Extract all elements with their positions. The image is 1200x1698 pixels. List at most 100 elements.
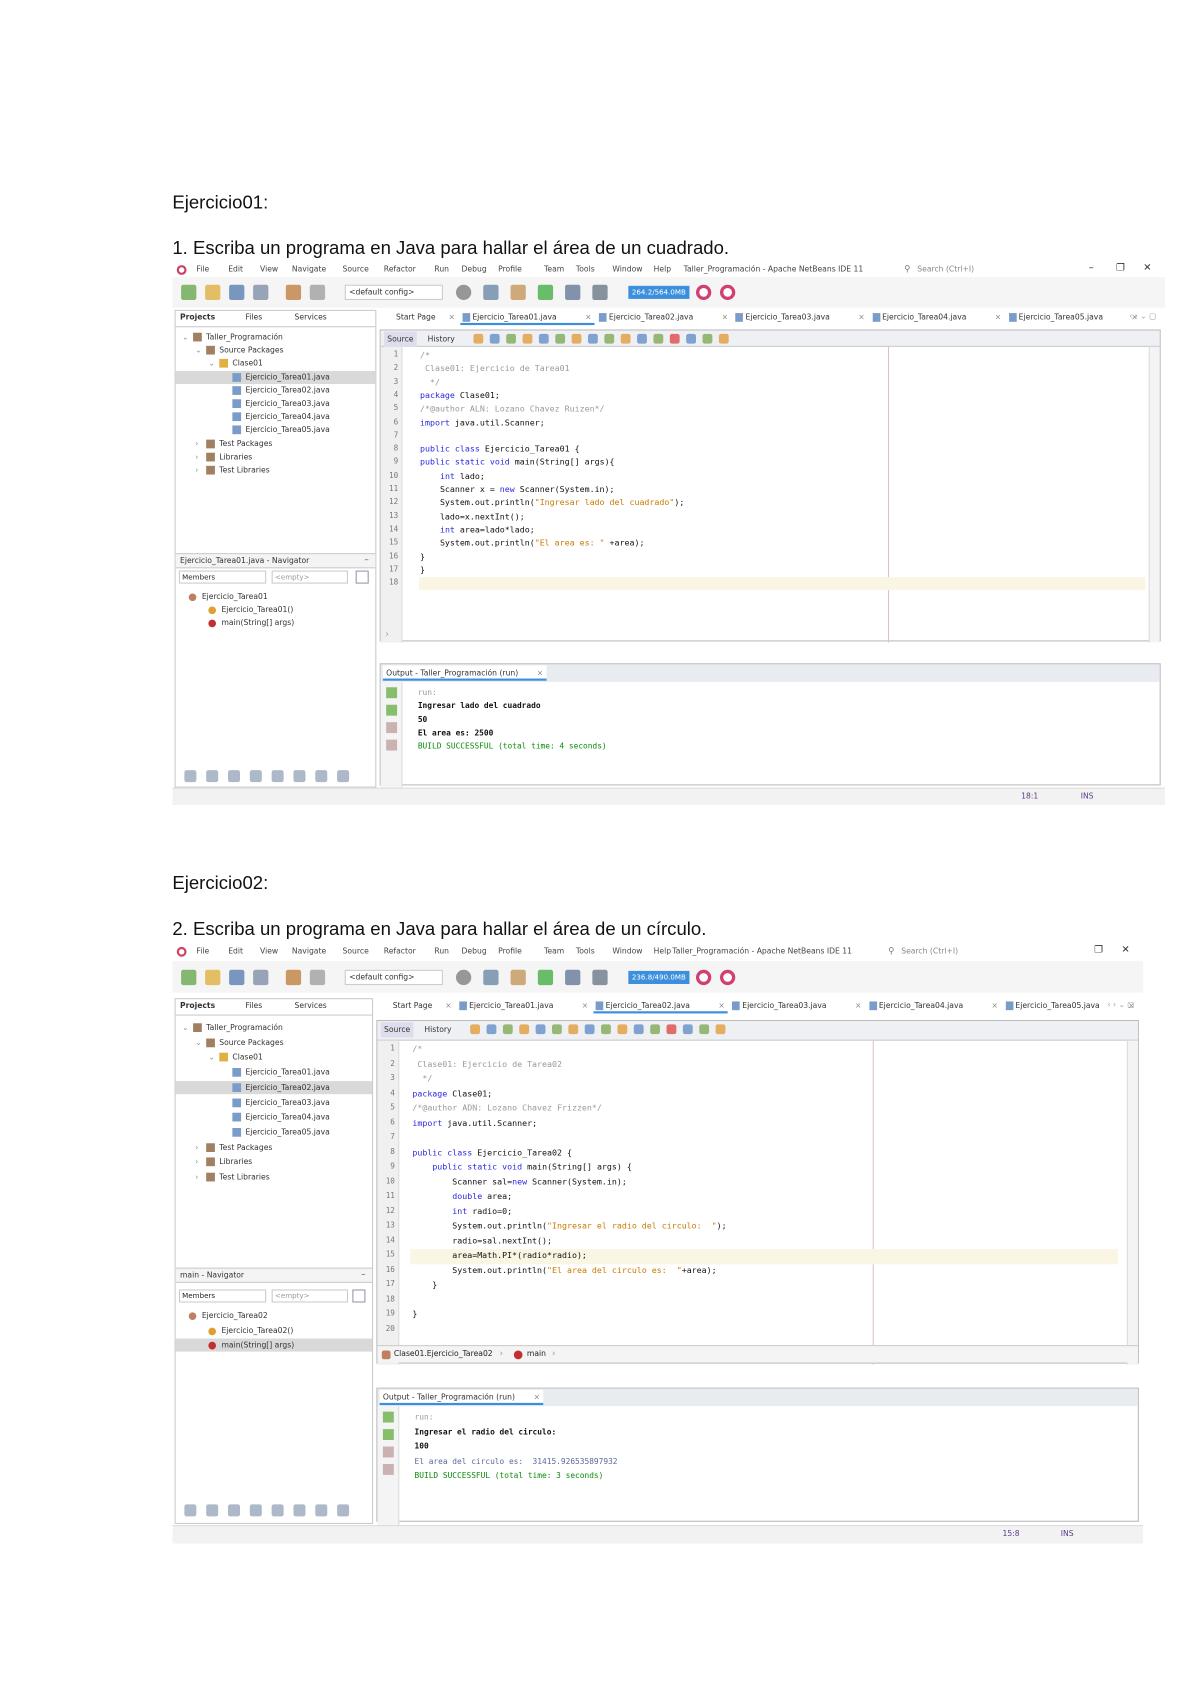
project-tree-item[interactable]: Ejercicio_Tarea05.java <box>176 1126 372 1139</box>
panel-tab-projects[interactable]: Projects <box>180 1001 215 1010</box>
chevron-right-icon[interactable]: › <box>195 1156 198 1169</box>
menu-source[interactable]: Source <box>343 265 369 274</box>
project-tree-item[interactable]: ⌄ Source Packages <box>176 344 376 357</box>
menu-navigate[interactable]: Navigate <box>292 265 326 274</box>
code-line[interactable]: } <box>412 1309 417 1319</box>
forward-icon[interactable] <box>502 1024 513 1035</box>
project-tree-item[interactable]: Ejercicio_Tarea02.java <box>176 384 376 397</box>
services-icon[interactable] <box>315 770 328 783</box>
panel-tab-files[interactable]: Files <box>245 1001 262 1010</box>
code-line[interactable]: */ <box>412 1073 432 1083</box>
profiler-icon[interactable] <box>337 1504 350 1517</box>
save-all-icon[interactable] <box>253 284 269 300</box>
services-icon[interactable] <box>315 1504 328 1517</box>
memory-indicator[interactable]: 264.2/564.0MB <box>628 285 690 299</box>
next-bookmark-icon[interactable] <box>617 1024 628 1035</box>
rerun-icon[interactable] <box>382 1411 394 1423</box>
menu-navigate[interactable]: Navigate <box>292 947 326 956</box>
stop-icon[interactable] <box>386 722 398 734</box>
toggle-bookmark-icon[interactable] <box>587 333 598 344</box>
code-line[interactable]: Clase01: Ejercicio de Tarea01 <box>420 364 570 374</box>
find-icon[interactable] <box>519 1024 530 1035</box>
breadcrumb-class[interactable]: Clase01.Ejercicio_Tarea02 <box>394 1349 493 1358</box>
folder-icon[interactable] <box>293 770 306 783</box>
menu-edit[interactable]: Edit <box>228 265 243 274</box>
menu-file[interactable]: File <box>196 947 209 956</box>
close-tab-icon[interactable]: × <box>722 310 728 325</box>
chevron-right-icon[interactable]: › <box>195 450 198 463</box>
close-tab-icon[interactable]: × <box>858 310 864 325</box>
menu-profile[interactable]: Profile <box>498 265 522 274</box>
editor-tab[interactable]: Ejercicio_Tarea04.java × <box>870 310 1004 325</box>
clean-build-icon[interactable] <box>510 284 526 300</box>
menu-edit[interactable]: Edit <box>228 947 243 956</box>
close-tab-icon[interactable]: × <box>855 998 861 1013</box>
project-tree-item[interactable]: ⌄ Clase01 <box>176 357 376 370</box>
profiler-icon[interactable] <box>719 969 736 985</box>
chevron-right-icon[interactable]: › <box>195 1171 198 1184</box>
editor-tab[interactable]: Ejercicio_Tarea03.java × <box>734 310 868 325</box>
code-line[interactable]: public class Ejercicio_Tarea02 { <box>412 1147 572 1157</box>
panel-tab-projects[interactable]: Projects <box>180 313 215 322</box>
project-tree-item[interactable]: Ejercicio_Tarea03.java <box>176 1096 372 1109</box>
search-box[interactable]: ⚲ Search (Ctrl+I) <box>902 262 1033 276</box>
folder-icon[interactable] <box>293 1504 306 1517</box>
project-tree-item[interactable]: ⌄ Source Packages <box>176 1036 372 1049</box>
project-tree-item[interactable]: ⌄ Taller_Programación <box>176 331 376 344</box>
code-line[interactable]: /*@author ALN: Lozano Chavez Ruizen*/ <box>420 404 605 414</box>
members-dropdown[interactable]: Members <box>178 570 267 584</box>
debugger-icon[interactable] <box>271 770 284 783</box>
comment-icon[interactable] <box>699 1024 710 1035</box>
prev-bookmark-icon[interactable] <box>604 333 615 344</box>
code-line[interactable]: /* <box>412 1044 422 1054</box>
code-line[interactable]: /* <box>420 350 430 360</box>
undo-icon[interactable] <box>285 969 302 985</box>
menu-refactor[interactable]: Refactor <box>384 265 416 274</box>
search-input[interactable]: Search (Ctrl+I) <box>901 947 958 956</box>
tab-history[interactable]: History <box>421 1022 455 1037</box>
terminal-icon[interactable] <box>206 1504 219 1517</box>
tasks-icon[interactable] <box>249 770 262 783</box>
stop-icon[interactable] <box>382 1446 394 1458</box>
shift-right-icon[interactable] <box>650 1024 660 1035</box>
record-macro-icon[interactable] <box>669 333 680 344</box>
shift-right-icon[interactable] <box>653 333 664 344</box>
code-line[interactable]: lado=x.nextInt(); <box>420 511 525 521</box>
code-line[interactable]: } <box>420 551 425 561</box>
members-dropdown[interactable]: Members <box>178 1289 267 1303</box>
project-tree-item[interactable]: ⌄ Taller_Programación <box>176 1021 372 1034</box>
project-tree-item[interactable]: Ejercicio_Tarea01.java <box>175 370 376 384</box>
code-line[interactable]: } <box>412 1280 437 1290</box>
back-icon[interactable] <box>489 333 500 344</box>
menu-source[interactable]: Source <box>343 947 369 956</box>
editor-tab[interactable]: Ejercicio_Tarea01.java × <box>457 998 591 1013</box>
menu-window[interactable]: Window <box>612 265 642 274</box>
save-all-icon[interactable] <box>253 969 269 985</box>
close-tab-icon[interactable]: × <box>448 310 454 325</box>
rerun-with-options-icon[interactable] <box>382 1429 394 1440</box>
gc-icon[interactable] <box>695 284 712 300</box>
redo-icon[interactable] <box>309 969 326 985</box>
output-tab[interactable]: Output - Taller_Programación (run) × <box>379 1389 544 1406</box>
code-line[interactable]: int area=lado*lado; <box>420 525 535 535</box>
chevron-down-icon[interactable]: ⌄ <box>182 331 188 344</box>
open-project-icon[interactable] <box>229 284 245 300</box>
menu-help[interactable]: Help <box>654 947 671 956</box>
memory-indicator[interactable]: 236.8/490.0MB <box>628 970 690 984</box>
rerun-icon[interactable] <box>386 687 398 699</box>
debugger-icon[interactable] <box>271 1504 284 1517</box>
code-line[interactable]: System.out.println("Ingresar lado del cu… <box>420 498 684 508</box>
project-tree-item[interactable]: ⌄ Clase01 <box>176 1051 372 1064</box>
code-line[interactable]: Scanner x = new Scanner(System.in); <box>420 484 615 494</box>
close-button[interactable]: ✕ <box>1143 263 1151 274</box>
close-tab-icon[interactable]: × <box>582 998 588 1013</box>
profile-icon[interactable] <box>592 969 608 985</box>
menu-tools[interactable]: Tools <box>576 265 595 274</box>
editor-tab[interactable]: Start Page × <box>384 310 458 325</box>
filter-icon[interactable] <box>352 1289 366 1303</box>
editor-tab[interactable]: Ejercicio_Tarea01.java × <box>460 309 595 326</box>
code-line[interactable]: import java.util.Scanner; <box>412 1118 537 1128</box>
panel-tab-services[interactable]: Services <box>295 1001 327 1010</box>
code-line[interactable]: import java.util.Scanner; <box>420 417 545 427</box>
editor-tab[interactable]: Ejercicio_Tarea05.java × <box>1007 310 1141 325</box>
